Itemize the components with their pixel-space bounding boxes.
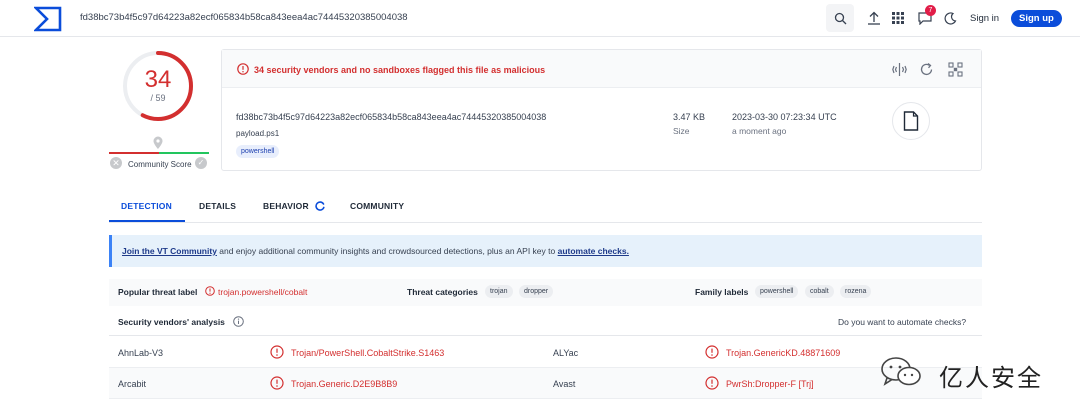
popular-threat-label-title: Popular threat label xyxy=(118,287,198,297)
virustotal-logo-icon[interactable] xyxy=(34,6,62,32)
moon-icon xyxy=(944,11,956,25)
upload-button[interactable] xyxy=(865,9,883,27)
automate-checks-link[interactable]: automate checks. xyxy=(558,246,629,256)
detection-score-gauge: 34 / 59 xyxy=(120,48,196,124)
threat-labels-row: Popular threat label trojan.powershell/c… xyxy=(109,279,982,306)
grid-icon xyxy=(892,12,904,24)
file-icon xyxy=(903,111,919,131)
loading-spinner-icon xyxy=(315,201,325,211)
tab-details[interactable]: DETAILS xyxy=(199,201,236,211)
family-chip[interactable]: rozena xyxy=(840,285,872,298)
vendor-name: Arcabit xyxy=(118,379,147,389)
watermark-text: 亿人安全 xyxy=(939,364,1043,392)
tabs-divider xyxy=(109,222,982,223)
warning-circle-icon xyxy=(705,376,719,390)
warning-circle-icon xyxy=(705,345,719,359)
search-icon xyxy=(834,12,846,24)
theme-toggle[interactable] xyxy=(941,9,959,27)
notification-badge: 7 xyxy=(925,5,936,16)
vendor-name: ALYac xyxy=(553,348,579,358)
malicious-alert: 34 security vendors and no sandboxes fla… xyxy=(222,50,981,88)
warning-circle-icon xyxy=(270,376,284,390)
category-chip[interactable]: dropper xyxy=(519,285,554,298)
file-size-label: Size xyxy=(673,126,690,136)
detection-result: Trojan.Generic.D2E9B8B9 xyxy=(291,379,398,389)
warning-circle-icon xyxy=(270,345,284,359)
file-size-value: 3.47 KB xyxy=(673,112,706,122)
banner-middle-text: and enjoy additional community insights … xyxy=(216,246,558,256)
join-community-link[interactable]: Join the VT Community xyxy=(122,246,217,256)
graph-icon[interactable] xyxy=(948,62,963,77)
watermark: 亿人安全 xyxy=(879,354,1069,392)
reanalyze-icon[interactable] xyxy=(919,62,934,77)
warning-circle-icon xyxy=(205,286,215,296)
community-score-label: Community Score xyxy=(128,160,192,169)
popular-threat-label-value[interactable]: trojan.powershell/cobalt xyxy=(218,287,307,297)
table-row: Arcabit Trojan.Generic.D2E9B8B9 Avast Pw… xyxy=(109,368,982,398)
tab-detection[interactable]: DETECTION xyxy=(121,201,172,211)
file-summary-card: 34 security vendors and no sandboxes fla… xyxy=(221,49,982,171)
vendors-analysis-title: Security vendors' analysis xyxy=(118,317,225,327)
tab-behavior[interactable]: BEHAVIOR xyxy=(263,201,309,211)
search-input[interactable]: fd38bc73b4f5c97d64223a82ecf065834b58ca84… xyxy=(80,12,408,23)
alert-text: 34 security vendors and no sandboxes fla… xyxy=(254,65,546,75)
automate-checks-prompt[interactable]: Do you want to automate checks? xyxy=(838,317,966,327)
family-labels-title: Family labels xyxy=(695,287,749,297)
vote-harmful-icon[interactable]: ✕ xyxy=(110,157,122,169)
family-chip[interactable]: powershell xyxy=(755,285,799,298)
compare-icon[interactable] xyxy=(892,62,907,77)
detection-result: PwrSh:Dropper-F [Trj] xyxy=(726,379,814,389)
table-row: AhnLab-V3 Trojan/PowerShell.CobaltStrike… xyxy=(109,337,982,367)
info-icon[interactable] xyxy=(233,316,244,327)
warning-circle-icon xyxy=(237,63,249,75)
top-bar: fd38bc73b4f5c97d64223a82ecf065834b58ca84… xyxy=(0,0,1080,37)
file-name: payload.ps1 xyxy=(236,129,280,138)
sign-in-link[interactable]: Sign in xyxy=(970,13,999,24)
community-banner: Join the VT Community and enjoy addition… xyxy=(109,235,982,267)
detection-result: Trojan.GenericKD.48871609 xyxy=(726,348,841,358)
vendor-name: AhnLab-V3 xyxy=(118,348,164,358)
wechat-icon xyxy=(881,357,921,386)
detection-count: 34 xyxy=(144,66,172,93)
notifications-button[interactable]: 7 xyxy=(916,5,936,27)
community-score-bar xyxy=(109,152,209,154)
upload-icon xyxy=(868,11,880,25)
analysis-date-relative: a moment ago xyxy=(732,126,787,136)
tab-community[interactable]: COMMUNITY xyxy=(350,201,404,211)
vote-harmless-icon[interactable]: ✓ xyxy=(195,157,207,169)
row-divider xyxy=(109,398,982,399)
detection-result: Trojan/PowerShell.CobaltStrike.S1463 xyxy=(291,348,445,358)
sign-up-button[interactable]: Sign up xyxy=(1011,10,1062,27)
file-hash[interactable]: fd38bc73b4f5c97d64223a82ecf065834b58ca84… xyxy=(236,112,546,122)
map-pin-icon xyxy=(153,136,163,149)
file-tag[interactable]: powershell xyxy=(236,145,280,158)
analysis-divider xyxy=(109,335,982,336)
threat-categories-title: Threat categories xyxy=(407,287,478,297)
file-type-badge xyxy=(892,102,930,140)
banner-text: Join the VT Community and enjoy addition… xyxy=(122,246,629,256)
family-chip[interactable]: cobalt xyxy=(805,285,834,298)
search-button[interactable] xyxy=(826,4,854,32)
category-chip[interactable]: trojan xyxy=(485,285,513,298)
apps-button[interactable] xyxy=(889,9,907,27)
vendor-name: Avast xyxy=(553,379,576,389)
analysis-date: 2023-03-30 07:23:34 UTC xyxy=(732,112,837,122)
detection-total: / 59 xyxy=(150,93,166,103)
